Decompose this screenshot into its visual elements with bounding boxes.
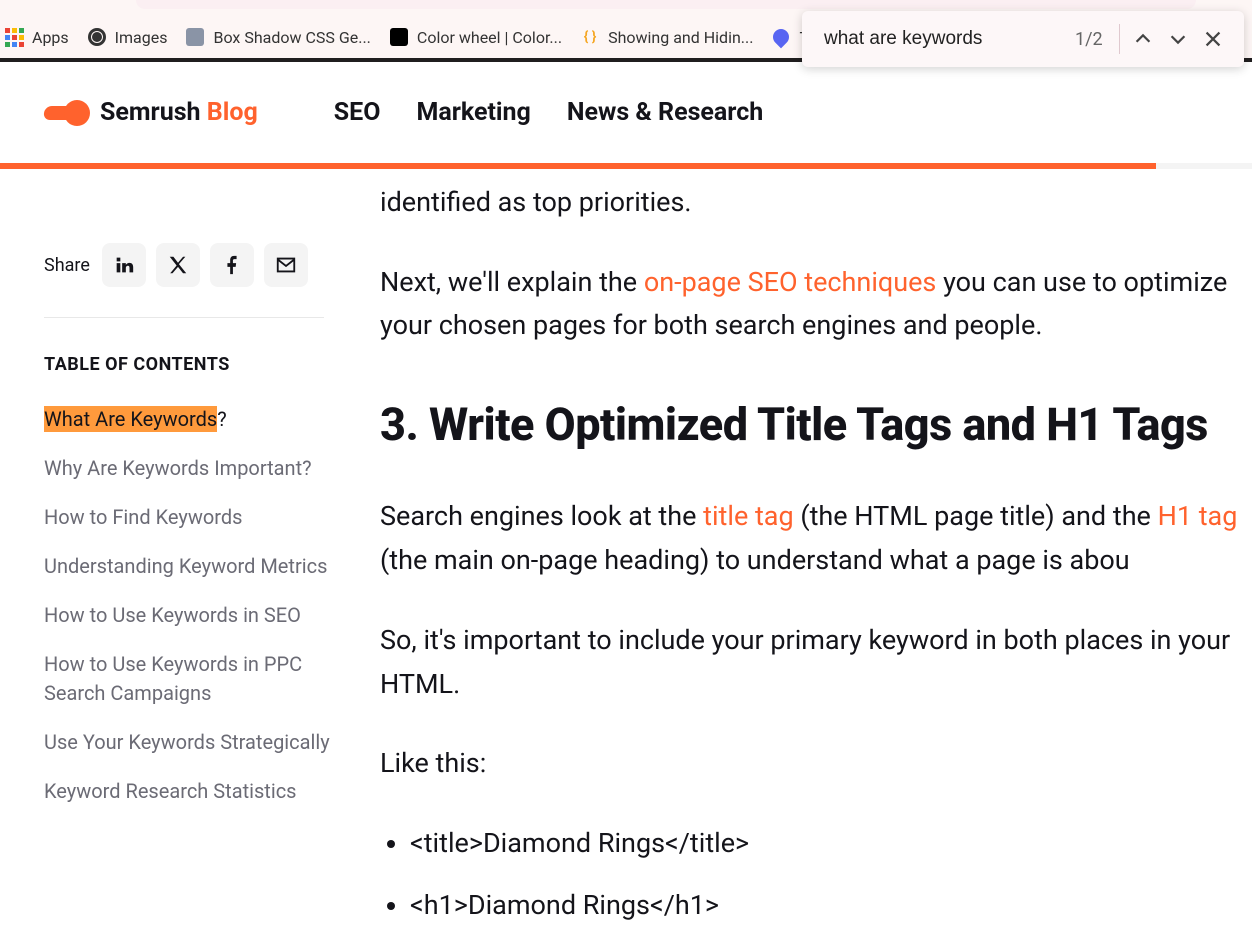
code-example-list: <title>Diamond Rings</title> <h1>Diamond… xyxy=(380,822,1252,927)
share-linkedin-button[interactable] xyxy=(102,243,146,287)
share-x-button[interactable] xyxy=(156,243,200,287)
paragraph: Next, we'll explain the on-page SEO tech… xyxy=(380,261,1252,348)
find-prev-button[interactable] xyxy=(1126,19,1161,59)
brace-icon: { } xyxy=(580,27,600,47)
toc-item[interactable]: Understanding Keyword Metrics xyxy=(44,552,344,581)
sidebar: Share TABLE OF CONTENTS What Are Key xyxy=(44,181,344,945)
brand-blog: Blog xyxy=(207,98,258,127)
reading-progress-track xyxy=(0,163,1252,169)
nav-seo[interactable]: SEO xyxy=(334,98,381,127)
toc-list: What Are Keywords? Why Are Keywords Impo… xyxy=(44,405,344,806)
mail-icon xyxy=(275,254,297,276)
toc-title: TABLE OF CONTENTS xyxy=(44,354,344,375)
text: (the main on-page heading) to understand… xyxy=(380,544,1130,576)
bookmark-apps[interactable]: Apps xyxy=(4,27,69,47)
article-body: identified as top priorities. Next, we'l… xyxy=(344,181,1252,945)
toc-item-what-are-keywords[interactable]: What Are Keywords? xyxy=(44,405,344,434)
bookmark-color-wheel[interactable]: Color wheel | Color... xyxy=(389,27,562,47)
toc-item[interactable]: How to Find Keywords xyxy=(44,503,344,532)
bookmark-box-shadow[interactable]: Box Shadow CSS Ge... xyxy=(185,27,370,47)
search-highlight: What Are Keywords xyxy=(44,406,217,432)
drop-icon xyxy=(771,27,791,47)
list-item: <title>Diamond Rings</title> xyxy=(410,822,1252,866)
facebook-icon xyxy=(221,254,243,276)
primary-nav: SEO Marketing News & Research xyxy=(334,98,764,127)
paragraph: Like this: xyxy=(380,742,1252,786)
brand-name: Semrush xyxy=(100,98,207,127)
list-item: <h1>Diamond Rings</h1> xyxy=(410,884,1252,928)
text: (the HTML page title) and the xyxy=(794,500,1158,532)
toc-item[interactable]: How to Use Keywords in PPC Search Campai… xyxy=(44,650,344,708)
toc-item[interactable]: Why Are Keywords Important? xyxy=(44,454,344,483)
share-facebook-button[interactable] xyxy=(210,243,254,287)
separator xyxy=(1119,24,1120,54)
find-close-button[interactable] xyxy=(1195,19,1230,59)
share-row: Share xyxy=(44,243,344,287)
globe-icon xyxy=(87,27,107,47)
brand-text: Semrush Blog xyxy=(100,98,258,127)
toc-item[interactable]: Use Your Keywords Strategically xyxy=(44,728,344,757)
linkedin-icon xyxy=(113,254,135,276)
bookmark-label: Apps xyxy=(32,28,69,47)
nav-marketing[interactable]: Marketing xyxy=(416,98,530,127)
paragraph: identified as top priorities. xyxy=(380,181,1252,225)
link-h1-tag[interactable]: H1 tag xyxy=(1158,500,1238,532)
reading-progress-fill xyxy=(0,163,1156,169)
site-header: Semrush Blog SEO Marketing News & Resear… xyxy=(0,62,1252,163)
bookmark-showing-hiding[interactable]: { } Showing and Hidin... xyxy=(580,27,753,47)
paragraph: So, it's important to include your prima… xyxy=(380,619,1252,706)
text: Search engines look at the xyxy=(380,500,703,532)
bookmark-label: Box Shadow CSS Ge... xyxy=(213,28,370,47)
link-title-tag[interactable]: title tag xyxy=(703,500,794,532)
find-in-page-bar: 1/2 xyxy=(802,11,1244,67)
bookmark-label: Showing and Hidin... xyxy=(608,28,753,47)
favicon-icon xyxy=(185,27,205,47)
apps-grid-icon xyxy=(4,27,24,47)
find-input[interactable] xyxy=(824,28,1069,50)
brand-logo[interactable]: Semrush Blog xyxy=(44,97,258,129)
bookmark-label: Images xyxy=(115,28,168,47)
bookmark-label: Color wheel | Color... xyxy=(417,28,562,47)
text: Next, we'll explain the xyxy=(380,266,644,298)
share-email-button[interactable] xyxy=(264,243,308,287)
chevron-down-icon xyxy=(1167,28,1189,50)
toc-item-suffix: ? xyxy=(217,407,226,431)
find-match-count: 1/2 xyxy=(1075,29,1103,50)
toc-item[interactable]: How to Use Keywords in SEO xyxy=(44,601,344,630)
link-on-page-seo[interactable]: on-page SEO techniques xyxy=(644,266,937,298)
paragraph: Search engines look at the title tag (th… xyxy=(380,495,1252,582)
section-heading: 3. Write Optimized Title Tags and H1 Tag… xyxy=(380,398,1252,451)
find-next-button[interactable] xyxy=(1160,19,1195,59)
close-icon xyxy=(1202,28,1224,50)
nav-news[interactable]: News & Research xyxy=(567,98,763,127)
toc-item[interactable]: Keyword Research Statistics xyxy=(44,777,344,806)
divider xyxy=(44,317,324,318)
favicon-icon xyxy=(389,27,409,47)
omnibox-edge xyxy=(136,0,1196,9)
x-icon xyxy=(167,254,189,276)
chevron-up-icon xyxy=(1132,28,1154,50)
semrush-fire-icon xyxy=(44,97,90,129)
share-label: Share xyxy=(44,255,90,276)
bookmark-images[interactable]: Images xyxy=(87,27,168,47)
